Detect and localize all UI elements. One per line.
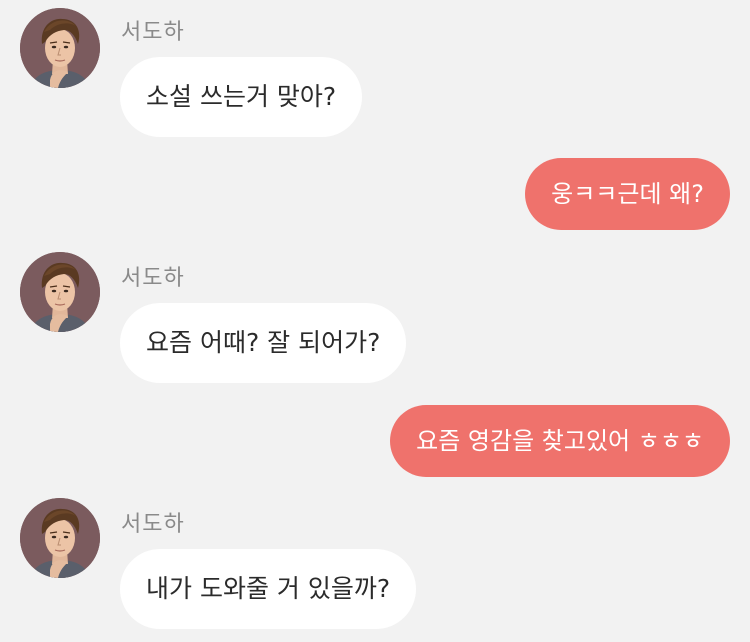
- incoming-message-bubble[interactable]: 요즘 어때? 잘 되어가?: [120, 303, 407, 383]
- profile-avatar-icon: [20, 8, 100, 88]
- incoming-message-bubble[interactable]: 내가 도와줄 거 있을까?: [120, 549, 417, 629]
- avatar[interactable]: [20, 8, 100, 88]
- chat-thread: 서도하 소설 쓰는거 맞아? 웅ㅋㅋ근데 왜? 서도하 요즘 어때? 잘 되어가…: [0, 0, 750, 642]
- avatar[interactable]: [20, 252, 100, 332]
- outgoing-message-bubble[interactable]: 요즘 영감을 찾고있어 ㅎㅎㅎ: [390, 405, 730, 477]
- profile-avatar-icon: [20, 252, 100, 332]
- sender-name: 서도하: [121, 512, 185, 537]
- outgoing-message-bubble[interactable]: 웅ㅋㅋ근데 왜?: [525, 158, 730, 230]
- sender-name: 서도하: [121, 20, 185, 45]
- profile-avatar-icon: [20, 498, 100, 578]
- incoming-message-bubble[interactable]: 소설 쓰는거 맞아?: [120, 57, 363, 137]
- sender-name: 서도하: [121, 266, 185, 291]
- avatar[interactable]: [20, 498, 100, 578]
